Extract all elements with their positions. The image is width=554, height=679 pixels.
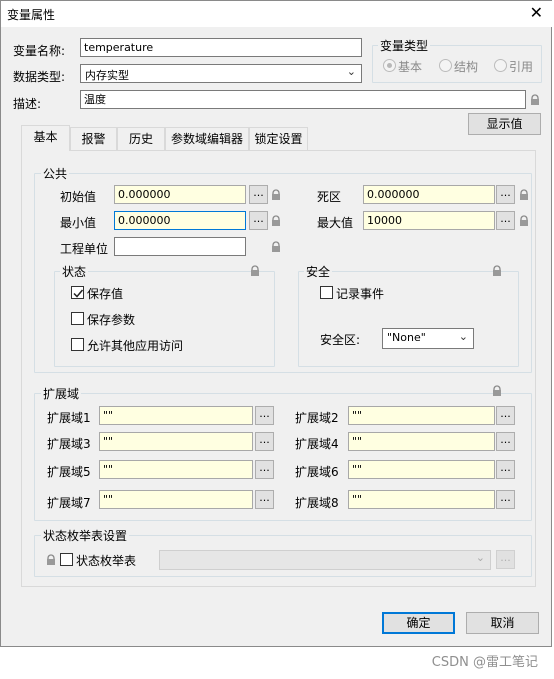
ok-button[interactable]: 确定	[382, 612, 455, 634]
description-label: 描述:	[13, 97, 42, 111]
data-type-value: 内存实型	[85, 69, 129, 82]
initial-value-label: 初始值	[60, 190, 97, 204]
extension-field-browse-button[interactable]: ...	[255, 406, 274, 425]
common-title: 公共	[41, 165, 70, 182]
window-title: 变量属性	[7, 8, 56, 22]
deadband-input[interactable]: 0.000000	[363, 185, 495, 204]
lock-icon[interactable]	[529, 94, 541, 106]
tab-history[interactable]: 历史	[117, 127, 165, 150]
tab-lock-settings[interactable]: 锁定设置	[249, 127, 308, 150]
radio-reference-label: 引用	[509, 60, 534, 74]
security-zone-label: 安全区:	[320, 333, 361, 347]
cancel-button[interactable]: 取消	[466, 612, 539, 634]
variable-name-input[interactable]: temperature	[80, 38, 362, 57]
chevron-down-icon: ⌄	[458, 330, 468, 343]
extension-field-browse-button[interactable]: ...	[496, 490, 515, 509]
deadband-label: 死区	[317, 190, 342, 204]
extension-field-input[interactable]: ""	[99, 432, 253, 451]
log-event-label: 记录事件	[336, 287, 385, 301]
extension-field-label: 扩展域3	[47, 437, 91, 451]
lock-icon[interactable]	[518, 215, 530, 227]
max-value-browse-button[interactable]: ...	[496, 211, 515, 230]
radio-struct[interactable]	[439, 59, 452, 72]
description-input[interactable]: 温度	[80, 90, 526, 109]
radio-basic[interactable]	[383, 59, 396, 72]
lock-icon[interactable]	[518, 189, 530, 201]
extension-field-input[interactable]: ""	[99, 490, 253, 509]
extension-field-input[interactable]: ""	[348, 432, 495, 451]
state-enum-checkbox[interactable]	[60, 553, 73, 566]
engineering-unit-input[interactable]	[114, 237, 246, 256]
state-enum-label: 状态枚举表	[76, 554, 137, 568]
radio-basic-label: 基本	[398, 60, 423, 74]
lock-icon[interactable]	[491, 265, 503, 277]
extension-title: 扩展域	[41, 385, 82, 402]
max-value-label: 最大值	[317, 216, 354, 230]
extension-field-browse-button[interactable]: ...	[255, 460, 274, 479]
save-value-checkbox[interactable]	[71, 286, 84, 299]
extension-field-browse-button[interactable]: ...	[496, 406, 515, 425]
radio-struct-label: 结构	[454, 60, 479, 74]
chevron-down-icon: ⌄	[346, 65, 356, 78]
state-enum-browse-button[interactable]: ...	[496, 550, 515, 569]
tab-param-editor[interactable]: 参数域编辑器	[165, 127, 249, 150]
allow-access-checkbox[interactable]	[71, 338, 84, 351]
variable-type-title: 变量类型	[378, 37, 431, 54]
save-param-checkbox[interactable]	[71, 312, 84, 325]
engineering-unit-label: 工程单位	[60, 242, 109, 256]
extension-field-input[interactable]: ""	[348, 406, 495, 425]
state-title: 状态	[60, 263, 89, 280]
chevron-down-icon: ⌄	[475, 551, 485, 564]
min-value-label: 最小值	[60, 216, 97, 230]
extension-field-label: 扩展域2	[295, 411, 339, 425]
max-value-input[interactable]: 10000	[363, 211, 495, 230]
checkmark-icon	[73, 289, 84, 298]
extension-field-input[interactable]: ""	[99, 406, 253, 425]
lock-icon[interactable]	[270, 215, 282, 227]
extension-field-input[interactable]: ""	[348, 460, 495, 479]
data-type-label: 数据类型:	[13, 70, 66, 84]
security-zone-select[interactable]: "None" ⌄	[382, 328, 474, 349]
state-enum-title: 状态枚举表设置	[41, 527, 130, 544]
min-value-browse-button[interactable]: ...	[249, 211, 268, 230]
tab-alarm[interactable]: 报警	[70, 127, 117, 150]
variable-properties-dialog: 变量属性 ✕ 变量名称: temperature 数据类型: 内存实型 ⌄ 描述…	[0, 0, 553, 647]
watermark: CSDN @雷工笔记	[431, 655, 538, 670]
close-icon[interactable]: ✕	[530, 3, 543, 22]
save-value-label: 保存值	[87, 287, 124, 301]
lock-icon[interactable]	[270, 189, 282, 201]
save-param-label: 保存参数	[87, 313, 136, 327]
allow-access-label: 允许其他应用访问	[87, 339, 184, 353]
extension-field-input[interactable]: ""	[99, 460, 253, 479]
extension-field-label: 扩展域4	[295, 437, 339, 451]
extension-field-label: 扩展域6	[295, 465, 339, 479]
lock-icon[interactable]	[270, 241, 282, 253]
state-enum-select[interactable]: ⌄	[159, 550, 491, 570]
log-event-checkbox[interactable]	[320, 286, 333, 299]
lock-icon[interactable]	[45, 554, 57, 566]
extension-field-input[interactable]: ""	[348, 490, 495, 509]
extension-field-browse-button[interactable]: ...	[255, 432, 274, 451]
extension-field-label: 扩展域5	[47, 465, 91, 479]
min-value-input[interactable]: 0.000000	[114, 211, 246, 230]
lock-icon[interactable]	[491, 385, 503, 397]
display-value-button[interactable]: 显示值	[468, 113, 541, 135]
data-type-select[interactable]: 内存实型 ⌄	[80, 64, 362, 83]
extension-field-label: 扩展域7	[47, 496, 91, 510]
title-bar: 变量属性 ✕	[1, 1, 553, 27]
radio-reference[interactable]	[494, 59, 507, 72]
extension-field-browse-button[interactable]: ...	[496, 460, 515, 479]
extension-field-label: 扩展域1	[47, 411, 91, 425]
initial-value-browse-button[interactable]: ...	[249, 185, 268, 204]
lock-icon[interactable]	[249, 265, 261, 277]
deadband-browse-button[interactable]: ...	[496, 185, 515, 204]
initial-value-input[interactable]: 0.000000	[114, 185, 246, 204]
security-title: 安全	[304, 263, 333, 280]
security-zone-value: "None"	[387, 331, 426, 344]
tab-basic[interactable]: 基本	[21, 125, 70, 151]
extension-field-browse-button[interactable]: ...	[496, 432, 515, 451]
variable-name-label: 变量名称:	[13, 44, 66, 58]
extension-field-browse-button[interactable]: ...	[255, 490, 274, 509]
extension-field-label: 扩展域8	[295, 496, 339, 510]
